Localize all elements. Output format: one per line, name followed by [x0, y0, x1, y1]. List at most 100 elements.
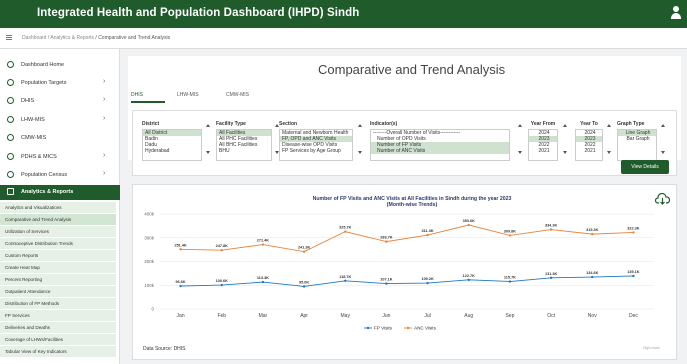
select-option[interactable]: 2021	[529, 148, 557, 154]
y-tick-label: 100k	[144, 283, 155, 288]
indicator-scrollbar[interactable]	[518, 124, 523, 154]
section-scrollbar[interactable]	[358, 124, 363, 154]
breadcrumb-parent[interactable]: Analytics & Reports	[50, 35, 94, 41]
sidebar-item-pdhs-mics[interactable]: PDHS & MICS ›	[0, 150, 120, 164]
sidebar-item-lhw-mis[interactable]: LHW-MIS ›	[0, 113, 120, 127]
tab-cmw-mis[interactable]: CMW-MIS	[226, 92, 249, 98]
tab-lhw-mis[interactable]: LHW-MIS	[177, 92, 199, 98]
y-tick-label: 0	[151, 307, 154, 312]
data-point	[344, 230, 347, 233]
view-details-button[interactable]: View Details	[621, 160, 669, 174]
line-chart: 0 100k 200k 300k 400k Jan Feb Mar Apr May Jun Jul Au…	[144, 212, 654, 331]
legend-item: FP Visits	[374, 326, 393, 331]
submenu-item-current[interactable]: Comparative and Trend Analysis	[0, 214, 116, 225]
data-label: 271.4K	[257, 239, 270, 243]
sidebar-item-population-census[interactable]: Population Census ›	[0, 168, 120, 182]
data-label: 353.6K	[463, 219, 476, 223]
x-tick-label: May	[341, 313, 351, 319]
data-label: 309.8K	[504, 229, 517, 233]
legend-marker	[406, 326, 410, 330]
sidebar-item-cmw-mis[interactable]: CMW-MIS	[0, 131, 120, 145]
submenu-item[interactable]: Distribution of FP Methods	[0, 298, 116, 309]
sidebar-item-population-targets[interactable]: Population Targets ›	[0, 76, 120, 90]
data-point	[467, 223, 470, 227]
data-label: 251.4K	[174, 243, 187, 247]
submenu-item[interactable]: FP Services	[0, 310, 116, 321]
chevron-right-icon: ›	[103, 170, 106, 177]
app-header: Integrated Health and Population Dashboa…	[0, 0, 687, 28]
data-label: 115.7K	[504, 276, 516, 280]
breadcrumb-bar: Dashboard / Analytics & Reports / Compar…	[0, 28, 687, 49]
data-point	[632, 231, 635, 234]
year-to-select[interactable]: Year To 2024 2023 2022 2021	[575, 121, 603, 161]
data-point	[426, 281, 429, 285]
data-label: 322.3K	[627, 226, 640, 230]
facility-type-select[interactable]: Facility Type All Facilities All PHC Fac…	[216, 121, 272, 161]
submenu-item[interactable]: Custom Reports	[0, 250, 116, 261]
year-from-scrollbar[interactable]	[563, 124, 568, 154]
select-option[interactable]: Hyderabad	[143, 148, 201, 154]
data-point	[261, 280, 265, 284]
select-option[interactable]: Number of ANC Visits	[371, 148, 509, 154]
hamburger-menu-icon[interactable]	[6, 35, 12, 40]
data-point	[302, 250, 306, 253]
graph-type-scrollbar[interactable]	[661, 124, 666, 154]
hospital-icon	[7, 97, 14, 104]
select-option[interactable]: 2021	[576, 148, 602, 154]
district-select[interactable]: District All District Badin Dadu Hyderab…	[142, 121, 202, 161]
section-select[interactable]: Section Maternal and Newborn Health FP, …	[279, 121, 353, 161]
data-point	[385, 282, 388, 285]
data-point	[220, 248, 223, 252]
select-option[interactable]: Bar Graph	[618, 136, 656, 142]
home-icon	[7, 61, 14, 68]
data-label: 247.8K	[216, 244, 229, 248]
target-icon	[7, 79, 14, 86]
x-tick-label: Jul	[424, 313, 430, 319]
user-icon[interactable]	[671, 6, 681, 20]
data-label: 109.2K	[421, 277, 434, 281]
select-option[interactable]: BHU	[217, 148, 271, 154]
breadcrumb-home[interactable]: Dashboard	[22, 35, 46, 41]
chevron-right-icon: ›	[103, 78, 106, 85]
year-from-select[interactable]: Year From 2024 2023 2022 2021	[528, 121, 558, 161]
y-tick-label: 300k	[144, 235, 155, 240]
tab-dhis[interactable]: DHIS	[131, 92, 143, 98]
district-scrollbar[interactable]	[206, 124, 211, 154]
sidebar-item-dashboard-home[interactable]: Dashboard Home	[0, 58, 120, 72]
submenu-item[interactable]: Contraceptive Distribution Trends	[0, 238, 116, 249]
x-tick-label: Dec	[629, 313, 638, 319]
data-label: 100.6K	[216, 279, 229, 283]
submenu-item[interactable]: Percent Reporting	[0, 274, 116, 285]
data-label: 241.3K	[298, 246, 311, 250]
submenu-item[interactable]: Outpatient Attendance	[0, 286, 116, 297]
sidebar: Dashboard Home Population Targets › DHIS ›…	[0, 49, 120, 364]
indicator-select[interactable]: Indicator(s) --------Overall Number of V…	[370, 121, 510, 161]
sidebar-item-analytics-reports[interactable]: Analytics & Reports	[0, 185, 120, 200]
data-label: 334.3K	[545, 224, 558, 228]
chevron-right-icon: ›	[103, 115, 106, 122]
submenu-item[interactable]: Create Heat Map	[0, 262, 116, 273]
x-tick-label: Aug	[464, 313, 473, 319]
x-tick-label: Jun	[382, 313, 390, 319]
submenu-item[interactable]: Utilization of Services	[0, 226, 116, 237]
submenu-item[interactable]: Coverage of LHWs/Facilities	[0, 334, 116, 345]
data-label: 118.7K	[339, 275, 351, 279]
cloud-download-icon[interactable]	[655, 193, 670, 205]
data-point	[508, 234, 512, 237]
submenu-item[interactable]: Tabular View of Key Indicators	[0, 346, 116, 357]
submenu-item[interactable]: Analytics and Visualizations	[0, 202, 116, 213]
data-point	[426, 233, 429, 237]
graph-type-select[interactable]: Graph Type Line Graph Bar Graph	[617, 121, 657, 161]
data-point	[302, 285, 306, 288]
year-to-scrollbar[interactable]	[607, 124, 612, 154]
select-option[interactable]: FP Services by Age Group	[280, 148, 352, 154]
page-title: Comparative and Trend Analysis	[318, 62, 506, 77]
breadcrumb-current: Comparative and Trend Analysis	[98, 35, 171, 41]
sidebar-item-dhis[interactable]: DHIS ›	[0, 94, 120, 108]
census-icon	[7, 171, 14, 178]
data-point	[220, 283, 223, 287]
submenu-item[interactable]: Deliveries and Deaths	[0, 322, 116, 333]
data-label: 113.3K	[257, 276, 269, 280]
chart-credit: Highcharts	[643, 346, 660, 350]
report-icon	[7, 188, 14, 195]
